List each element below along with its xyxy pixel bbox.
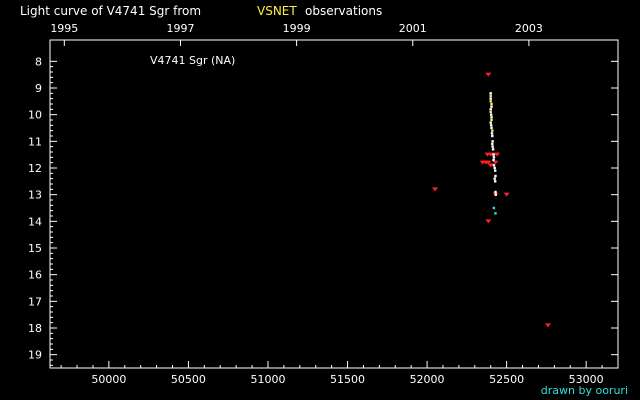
y-tick-label: 17: [28, 295, 42, 308]
observation-point: [494, 193, 498, 196]
light-curve-chart: 50000 50500 51000 51500 52000 52500 53000 1995…: [28, 22, 619, 386]
observation-point: [493, 177, 496, 180]
x-top-tick-label: 1995: [50, 22, 78, 35]
observation-point: [492, 164, 496, 167]
star-annotation: V4741 Sgr (NA): [150, 54, 235, 67]
y-tick-label: 18: [28, 322, 42, 335]
observation-point: [491, 129, 494, 132]
y-tick-label: 13: [28, 189, 42, 202]
observation-point: [490, 105, 493, 108]
observation-point: [489, 108, 492, 111]
y-tick-label: 10: [28, 109, 42, 122]
observation-point: [489, 121, 492, 124]
x-tick-label: 50500: [171, 373, 206, 386]
observation-point: [490, 102, 493, 106]
observation-point: [489, 110, 492, 114]
observation-point: [489, 92, 492, 95]
observation-point: [489, 113, 493, 116]
y-tick-label: 11: [28, 135, 42, 148]
x-tick-label: 52500: [489, 373, 524, 386]
upper-limit-point: [544, 323, 551, 328]
observation-point: [493, 180, 497, 183]
credit-text: drawn by ooruri: [540, 384, 628, 397]
y-tick-label: 8: [35, 55, 42, 68]
observation-point: [493, 166, 496, 170]
y-tick-label: 15: [28, 242, 42, 255]
x-tick-label: 51500: [330, 373, 365, 386]
x-tick-label: 52000: [410, 373, 445, 386]
observation-point: [491, 148, 495, 151]
y-tick-label: 12: [28, 162, 42, 175]
observation-point: [492, 158, 495, 162]
observation-point: [490, 116, 493, 119]
observation-point: [490, 126, 493, 130]
observation-point: [491, 145, 494, 148]
x-top-tick-label: 2003: [515, 22, 543, 35]
observation-point: [494, 174, 497, 178]
plot-frame: [49, 39, 619, 369]
observation-point: [490, 132, 494, 135]
x-top-tick-label: 1999: [283, 22, 311, 35]
observation-point: [494, 212, 497, 215]
y-tick-label: 16: [28, 269, 42, 282]
upper-limit-point: [485, 72, 492, 77]
x-tick-label: 50000: [91, 373, 126, 386]
x-tick-label: 51000: [250, 373, 285, 386]
y-tick-label: 9: [35, 82, 42, 95]
upper-limit-point: [492, 160, 499, 165]
observation-point: [489, 100, 492, 103]
observation-point: [494, 190, 497, 194]
observation-point: [492, 153, 495, 156]
upper-limit-point: [503, 192, 510, 197]
observation-point: [491, 134, 494, 138]
observation-point: [493, 169, 497, 172]
observation-point: [489, 124, 493, 127]
observation-point: [491, 142, 494, 146]
observation-point: [492, 206, 496, 210]
observation-point: [491, 140, 494, 143]
observation-point: [489, 97, 492, 100]
observation-point: [490, 118, 493, 122]
observation-point: [489, 94, 492, 98]
observation-point: [492, 156, 496, 159]
x-top-tick-label: 1997: [166, 22, 194, 35]
x-top-tick-label: 2001: [399, 22, 427, 35]
y-tick-label: 19: [28, 349, 42, 362]
upper-limit-point: [485, 219, 492, 224]
upper-limit-point: [432, 187, 439, 192]
y-tick-label: 14: [28, 215, 42, 228]
